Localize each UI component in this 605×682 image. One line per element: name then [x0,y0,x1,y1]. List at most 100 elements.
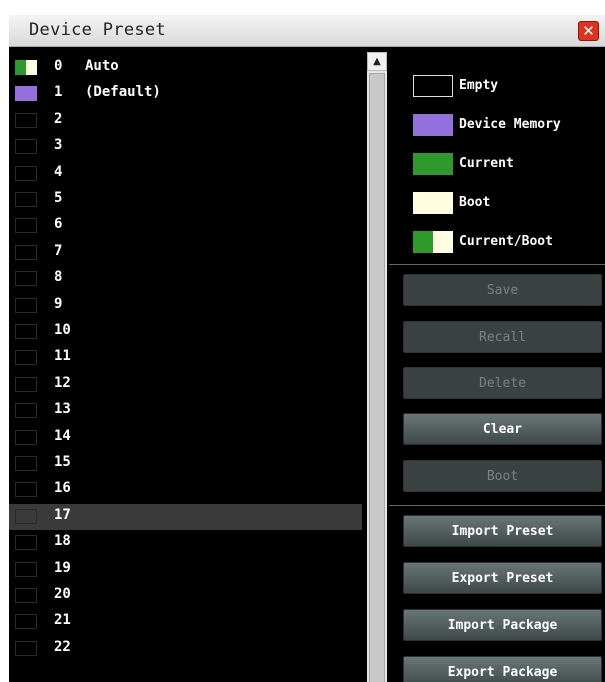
preset-status-swatch [15,535,37,551]
window-title: Device Preset [29,20,166,40]
preset-number: 2 [54,110,63,127]
legend-label: Device Memory [459,117,561,132]
boot-button[interactable]: Boot [403,460,602,492]
preset-status-swatch [15,324,37,339]
divider [389,264,605,265]
legend-item-device-memory: Device Memory [413,114,603,138]
preset-status-swatch [15,508,37,524]
preset-number: 0 [54,58,63,74]
preset-row[interactable]: 7 [9,240,362,266]
title-bar: Device Preset ✕ [9,15,605,47]
preset-status-swatch [15,86,37,102]
preset-number: 5 [54,190,63,206]
preset-status-swatch [15,403,37,419]
preset-row[interactable]: 1 (Default) [9,81,362,107]
close-icon: ✕ [582,22,595,40]
legend-swatch-current [413,153,453,175]
preset-name: Auto [85,58,119,74]
preset-row[interactable]: 12 [9,372,362,398]
import-preset-button[interactable]: Import Preset [403,515,602,547]
legend-swatch-empty [413,75,453,97]
preset-row[interactable]: 8 [9,266,362,292]
preset-status-swatch [15,165,37,181]
preset-row[interactable]: 4 [9,161,362,187]
preset-number: 22 [54,638,71,655]
preset-row[interactable]: 18 [9,530,362,556]
preset-number: 18 [54,533,71,550]
scroll-thumb[interactable] [369,73,385,682]
preset-number: 12 [54,374,71,391]
preset-row[interactable]: 13 [9,398,362,424]
preset-status-swatch [15,429,37,445]
preset-status-swatch [15,218,37,234]
preset-row[interactable]: 19 [9,557,362,583]
preset-row[interactable]: 5 [9,187,362,213]
legend-item-current: Current [413,153,603,177]
preset-number: 10 [54,322,71,338]
preset-row[interactable]: 10 [9,319,362,345]
preset-number: 11 [54,348,71,365]
preset-status-swatch [15,192,37,207]
divider [389,505,605,506]
preset-status-swatch [15,482,37,498]
legend-item-empty: Empty [413,75,603,99]
preset-number: 14 [54,427,71,444]
export-preset-button[interactable]: Export Preset [403,562,602,594]
preset-row[interactable]: 14 [9,425,362,451]
legend-label: Current/Boot [459,234,553,249]
preset-number: 8 [54,269,63,286]
legend-swatch-boot [413,192,453,214]
preset-row[interactable]: 21 [9,609,362,635]
preset-status-swatch [15,376,37,392]
preset-status-swatch [15,456,37,471]
preset-status-swatch [15,350,37,366]
preset-number: 4 [54,163,63,180]
preset-number: 17 [54,506,71,523]
scroll-up-arrow-icon[interactable]: ▲ [367,52,387,71]
preset-row[interactable]: 15 [9,451,362,477]
preset-row[interactable]: 2 [9,108,362,134]
preset-list-scrollbar[interactable]: ▲ [367,52,387,682]
preset-number: 16 [54,480,71,497]
preset-status-swatch [15,640,37,656]
preset-row[interactable]: 11 [9,345,362,371]
preset-row[interactable]: 9 [9,293,362,319]
preset-row[interactable]: 17 [9,503,362,530]
preset-number: 6 [54,216,63,233]
legend-swatch-device-memory [413,114,453,136]
preset-number: 20 [54,586,71,602]
import-package-button[interactable]: Import Package [403,609,602,641]
preset-number: 13 [54,401,71,418]
save-button[interactable]: Save [403,274,602,306]
preset-status-swatch [15,139,37,155]
preset-row[interactable]: 16 [9,477,362,503]
preset-number: 7 [54,242,63,259]
preset-status-swatch [15,297,37,313]
export-package-button[interactable]: Export Package [403,656,602,682]
preset-list[interactable]: 0 Auto 1 (Default) 2 3 4 5 6 7 8 9 10 11 12 13 14 15 16 17 1… [9,47,367,682]
side-panel: Empty Device Memory Current Boot Current… [389,47,605,682]
preset-number: 21 [54,612,71,629]
preset-number: 3 [54,137,63,154]
preset-row[interactable]: 22 [9,636,362,662]
legend-label: Empty [459,78,499,93]
preset-number: 19 [54,559,71,576]
device-preset-window: Device Preset ✕ 0 Auto 1 (Default) 2 3 4 5 6 7 8 9 1… [9,15,605,682]
preset-row[interactable]: 3 [9,134,362,160]
preset-number: 9 [54,295,63,312]
clear-button[interactable]: Clear [403,413,602,445]
preset-status-swatch [15,244,37,260]
preset-status-swatch [15,614,37,630]
preset-number: 15 [54,454,71,470]
preset-status-swatch [15,271,37,287]
close-button[interactable]: ✕ [578,21,599,41]
recall-button[interactable]: Recall [403,321,602,353]
legend-label: Current [459,156,514,171]
delete-button[interactable]: Delete [403,367,602,399]
preset-row[interactable]: 6 [9,213,362,239]
preset-name: (Default) [85,84,161,101]
preset-row[interactable]: 20 [9,583,362,609]
legend-swatch-current-boot [413,231,453,253]
preset-row[interactable]: 0 Auto [9,55,362,81]
legend-item-current-boot: Current/Boot [413,231,603,255]
